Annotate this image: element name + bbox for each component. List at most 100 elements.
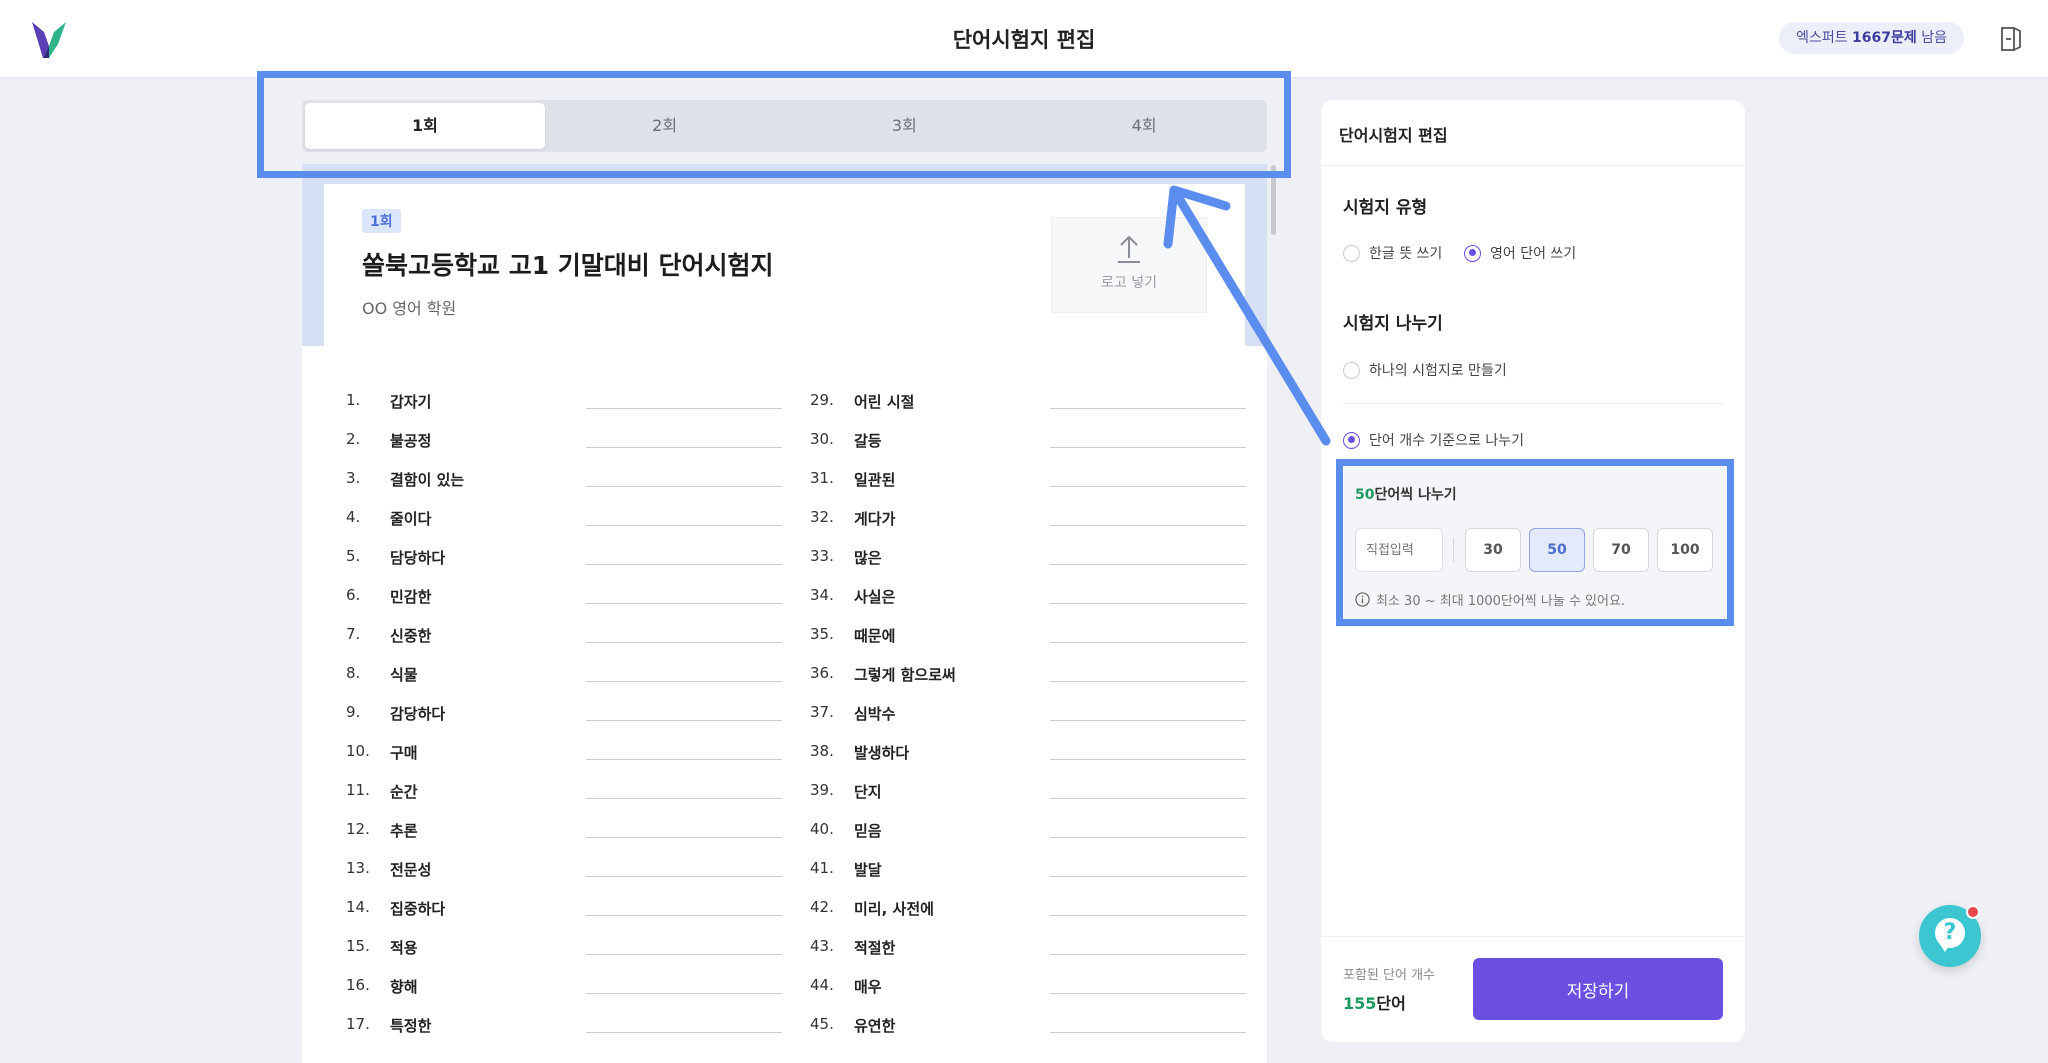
word-number: 5. — [346, 547, 361, 565]
answer-line — [1050, 603, 1246, 604]
word-row: 3. 결함이 있는 — [346, 469, 786, 489]
answer-line — [586, 720, 782, 721]
remaining-questions-badge: 엑스퍼트 1667문제 남음 — [1779, 22, 1964, 54]
word-text: 믿음 — [854, 822, 882, 840]
answer-line — [586, 954, 782, 955]
word-text: 많은 — [854, 549, 882, 567]
word-row: 42. 미리, 사전에 — [810, 898, 1250, 918]
answer-line — [586, 1032, 782, 1033]
word-number: 31. — [810, 469, 834, 487]
word-number: 37. — [810, 703, 834, 721]
word-number: 34. — [810, 586, 834, 604]
word-row: 14. 집중하다 — [346, 898, 786, 918]
word-row: 4. 줄이다 — [346, 508, 786, 528]
word-text: 미리, 사전에 — [854, 900, 934, 918]
word-row: 32. 게다가 — [810, 508, 1250, 528]
word-row: 17. 특정한 — [346, 1015, 786, 1035]
exam-type-title: 시험지 유형 — [1343, 198, 1428, 218]
word-row: 45. 유연한 — [810, 1015, 1250, 1035]
word-text: 추론 — [390, 822, 418, 840]
page-title: 단어시험지 편집 — [952, 28, 1096, 52]
word-text: 단지 — [854, 783, 882, 801]
word-text: 특정한 — [390, 1017, 432, 1035]
word-number: 10. — [346, 742, 370, 760]
word-text: 어린 시절 — [854, 393, 915, 411]
answer-line — [1050, 525, 1246, 526]
word-row: 34. 사실은 — [810, 586, 1250, 606]
radio-single-exam[interactable]: 하나의 시험지로 만들기 — [1343, 360, 1507, 380]
exam-subtitle[interactable]: OO 영어 학원 — [362, 295, 456, 319]
word-row: 38. 발생하다 — [810, 742, 1250, 762]
answer-line — [586, 993, 782, 994]
word-text: 집중하다 — [390, 900, 446, 918]
annotation-highlight-split — [1336, 459, 1734, 626]
word-text: 사실은 — [854, 588, 896, 606]
word-row: 41. 발달 — [810, 859, 1250, 879]
answer-line — [586, 447, 782, 448]
answer-line — [586, 876, 782, 877]
notification-dot — [1966, 905, 1980, 919]
panel-divider — [1343, 403, 1723, 404]
word-text: 그렇게 함으로써 — [854, 666, 956, 684]
word-number: 16. — [346, 976, 370, 994]
word-text: 담당하다 — [390, 549, 446, 567]
word-text: 때문에 — [854, 627, 896, 645]
word-number: 8. — [346, 664, 361, 682]
radio-dot — [1343, 431, 1360, 449]
word-number: 35. — [810, 625, 834, 643]
word-row: 36. 그렇게 함으로써 — [810, 664, 1250, 684]
help-chat-button[interactable]: ? — [1919, 905, 1981, 967]
included-count-value: 155단어 — [1343, 994, 1406, 1013]
word-row: 33. 많은 — [810, 547, 1250, 567]
answer-line — [1050, 447, 1246, 448]
panel-divider — [1321, 165, 1745, 166]
word-number: 11. — [346, 781, 370, 799]
word-row: 11. 순간 — [346, 781, 786, 801]
save-button[interactable]: 저장하기 — [1473, 958, 1723, 1020]
answer-line — [1050, 642, 1246, 643]
word-number: 6. — [346, 586, 361, 604]
radio-english-word[interactable]: 영어 단어 쓰기 — [1464, 243, 1576, 263]
word-row: 9. 감당하다 — [346, 703, 786, 723]
answer-line — [586, 486, 782, 487]
exam-title[interactable]: 쏠북고등학교 고1 기말대비 단어시험지 — [362, 246, 774, 282]
word-row: 7. 신중한 — [346, 625, 786, 645]
answer-line — [1050, 798, 1246, 799]
word-number: 40. — [810, 820, 834, 838]
logo-upload-button[interactable]: 로고 넣기 — [1051, 217, 1207, 313]
answer-line — [586, 681, 782, 682]
word-number: 29. — [810, 391, 834, 409]
word-text: 발달 — [854, 861, 882, 879]
radio-dot — [1464, 244, 1481, 262]
answer-line — [1050, 876, 1246, 877]
included-count-label: 포함된 단어 개수 — [1343, 968, 1435, 983]
word-text: 발생하다 — [854, 744, 910, 762]
word-text: 갑자기 — [390, 393, 432, 411]
word-number: 33. — [810, 547, 834, 565]
word-row: 12. 추론 — [346, 820, 786, 840]
word-text: 심박수 — [854, 705, 896, 723]
word-number: 2. — [346, 430, 361, 448]
word-number: 41. — [810, 859, 834, 877]
word-text: 갈등 — [854, 432, 882, 450]
word-number: 43. — [810, 937, 834, 955]
word-text: 결함이 있는 — [390, 471, 465, 489]
answer-line — [586, 525, 782, 526]
word-text: 줄이다 — [390, 510, 432, 528]
word-text: 전문성 — [390, 861, 432, 879]
word-text: 민감한 — [390, 588, 432, 606]
word-text: 구매 — [390, 744, 418, 762]
answer-line — [1050, 564, 1246, 565]
word-row: 10. 구매 — [346, 742, 786, 762]
word-number: 7. — [346, 625, 361, 643]
word-number: 3. — [346, 469, 361, 487]
word-number: 17. — [346, 1015, 370, 1033]
radio-split-by-count[interactable]: 단어 개수 기준으로 나누기 — [1343, 430, 1524, 450]
radio-korean-meaning[interactable]: 한글 뜻 쓰기 — [1343, 243, 1442, 263]
exit-icon[interactable] — [2000, 26, 2024, 52]
exam-paper-preview: 1회 쏠북고등학교 고1 기말대비 단어시험지 OO 영어 학원 로고 넣기 1… — [302, 164, 1267, 1063]
answer-line — [1050, 993, 1246, 994]
word-number: 36. — [810, 664, 834, 682]
word-number: 13. — [346, 859, 370, 877]
word-text: 적용 — [390, 939, 418, 957]
